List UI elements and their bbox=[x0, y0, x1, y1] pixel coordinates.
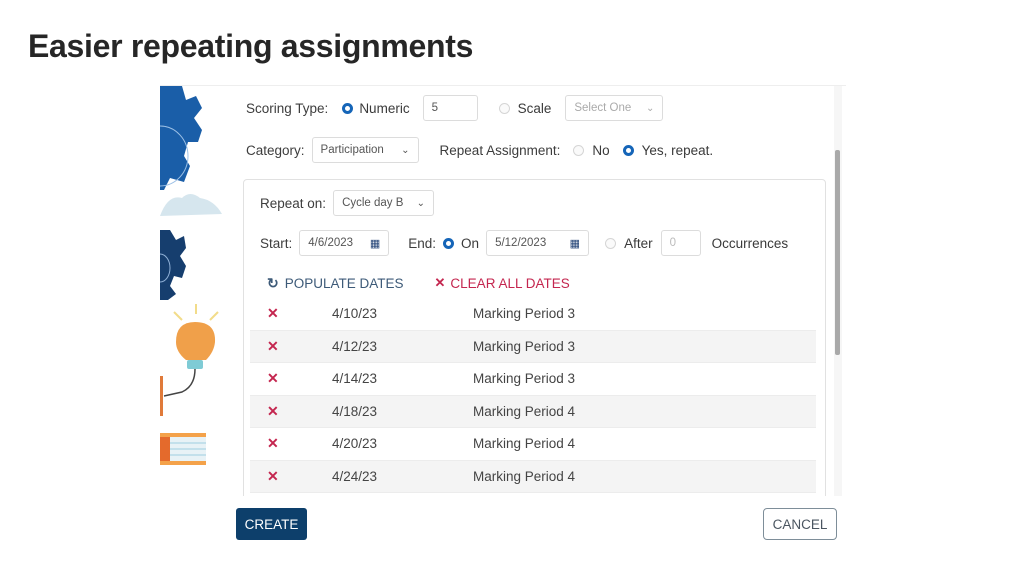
repeat-dates-table: ✕ 4/10/23 Marking Period 3 ✕ 4/12/23 Mar… bbox=[250, 298, 816, 493]
scoring-type-label: Scoring Type: bbox=[246, 100, 329, 116]
repeat-no-radio[interactable] bbox=[573, 144, 585, 156]
lightbulb-icon bbox=[160, 304, 219, 416]
gear-icon bbox=[160, 86, 202, 190]
repeat-on-select[interactable]: Cycle day B ⌄ bbox=[333, 190, 435, 216]
period-cell: Marking Period 3 bbox=[473, 371, 576, 387]
period-cell: Marking Period 3 bbox=[473, 338, 576, 354]
decorative-illustration bbox=[160, 86, 222, 465]
cloud-icon bbox=[160, 194, 222, 216]
category-label: Category: bbox=[246, 142, 305, 158]
populate-dates-button[interactable]: ↻ POPULATE DATES bbox=[267, 275, 404, 292]
start-date-input[interactable]: 4/6/2023 ▦ bbox=[299, 230, 390, 256]
remove-date-icon[interactable]: ✕ bbox=[250, 370, 332, 387]
gear-dark-icon bbox=[160, 230, 186, 300]
slide-title: Easier repeating assignments bbox=[28, 28, 474, 64]
date-cell: 4/18/23 bbox=[332, 403, 378, 419]
category-row: Category: Participation ⌄ Repeat Assignm… bbox=[246, 137, 713, 163]
end-date-value: 5/12/2023 bbox=[495, 237, 547, 249]
numeric-radio-label: Numeric bbox=[359, 100, 410, 116]
close-icon: ✕ bbox=[434, 275, 446, 290]
category-select-value: Participation bbox=[320, 144, 384, 156]
end-after-label: After bbox=[624, 235, 653, 251]
remove-date-icon[interactable]: ✕ bbox=[250, 435, 332, 452]
repeat-on-label: Repeat on: bbox=[260, 195, 327, 211]
table-row: ✕ 4/18/23 Marking Period 4 bbox=[250, 395, 816, 428]
end-on-label: On bbox=[461, 235, 480, 251]
scrollbar-thumb[interactable] bbox=[835, 150, 840, 355]
end-date-input[interactable]: 5/12/2023 ▦ bbox=[486, 230, 590, 256]
table-row: ✕ 4/12/23 Marking Period 3 bbox=[250, 330, 816, 363]
table-row: ✕ 4/20/23 Marking Period 4 bbox=[250, 428, 816, 461]
assignment-dialog-screenshot: Scoring Type: Numeric 5 Scale Select One… bbox=[160, 85, 846, 496]
cancel-button[interactable]: CANCEL bbox=[763, 508, 837, 540]
remove-date-icon[interactable]: ✕ bbox=[250, 305, 332, 322]
chevron-down-icon: ⌄ bbox=[401, 144, 410, 156]
chevron-down-icon: ⌄ bbox=[416, 197, 426, 209]
date-cell: 4/20/23 bbox=[332, 436, 378, 452]
end-after-radio[interactable] bbox=[605, 237, 617, 249]
scale-radio-label: Scale bbox=[517, 100, 552, 116]
clear-all-dates-label: CLEAR ALL DATES bbox=[450, 275, 570, 291]
create-button[interactable]: CREATE bbox=[236, 508, 307, 540]
occurrences-label: Occurrences bbox=[711, 235, 789, 251]
date-cell: 4/10/23 bbox=[332, 306, 378, 322]
occurrences-input[interactable]: 0 bbox=[660, 230, 701, 256]
date-actions-row: ↻ POPULATE DATES ✕ CLEAR ALL DATES bbox=[267, 273, 570, 293]
repeat-yes-label: Yes, repeat. bbox=[641, 142, 714, 158]
calendar-icon[interactable]: ▦ bbox=[570, 237, 580, 250]
repeat-yes-radio[interactable] bbox=[622, 144, 634, 156]
period-cell: Marking Period 4 bbox=[473, 468, 576, 484]
scale-radio[interactable] bbox=[498, 102, 510, 114]
period-cell: Marking Period 4 bbox=[473, 403, 576, 419]
repeat-assignment-label: Repeat Assignment: bbox=[439, 142, 561, 158]
remove-date-icon[interactable]: ✕ bbox=[250, 338, 332, 355]
scale-select[interactable]: Select One ⌄ bbox=[565, 95, 664, 121]
category-select[interactable]: Participation ⌄ bbox=[311, 137, 419, 163]
end-on-radio[interactable] bbox=[443, 237, 455, 249]
table-row: ✕ 4/24/23 Marking Period 4 bbox=[250, 460, 816, 493]
start-date-value: 4/6/2023 bbox=[308, 237, 354, 249]
refresh-icon: ↻ bbox=[267, 274, 279, 291]
table-row: ✕ 4/10/23 Marking Period 3 bbox=[250, 298, 816, 331]
date-range-row: Start: 4/6/2023 ▦ End: On 5/12/2023 ▦ Af… bbox=[260, 230, 788, 256]
scrollbar[interactable] bbox=[834, 86, 842, 496]
start-label: Start: bbox=[260, 235, 293, 251]
date-cell: 4/24/23 bbox=[332, 468, 378, 484]
end-label: End: bbox=[408, 235, 437, 251]
calendar-icon[interactable]: ▦ bbox=[370, 237, 380, 250]
scale-select-value: Select One bbox=[574, 102, 632, 114]
table-row: ✕ 4/14/23 Marking Period 3 bbox=[250, 363, 816, 396]
date-cell: 4/12/23 bbox=[332, 338, 378, 354]
numeric-radio[interactable] bbox=[342, 102, 354, 114]
book-icon bbox=[160, 433, 206, 465]
remove-date-icon[interactable]: ✕ bbox=[250, 403, 332, 420]
scoring-type-row: Scoring Type: Numeric 5 Scale Select One… bbox=[246, 95, 664, 121]
chevron-down-icon: ⌄ bbox=[645, 102, 655, 114]
remove-date-icon[interactable]: ✕ bbox=[250, 468, 332, 485]
populate-dates-label: POPULATE DATES bbox=[284, 275, 404, 291]
clear-all-dates-button[interactable]: ✕ CLEAR ALL DATES bbox=[435, 275, 570, 291]
period-cell: Marking Period 4 bbox=[473, 436, 576, 452]
repeat-on-select-value: Cycle day B bbox=[342, 197, 404, 209]
period-cell: Marking Period 3 bbox=[473, 306, 576, 322]
repeat-on-row: Repeat on: Cycle day B ⌄ bbox=[260, 190, 435, 216]
numeric-value-input[interactable]: 5 bbox=[422, 95, 478, 121]
repeat-no-label: No bbox=[592, 142, 610, 158]
date-cell: 4/14/23 bbox=[332, 371, 378, 387]
